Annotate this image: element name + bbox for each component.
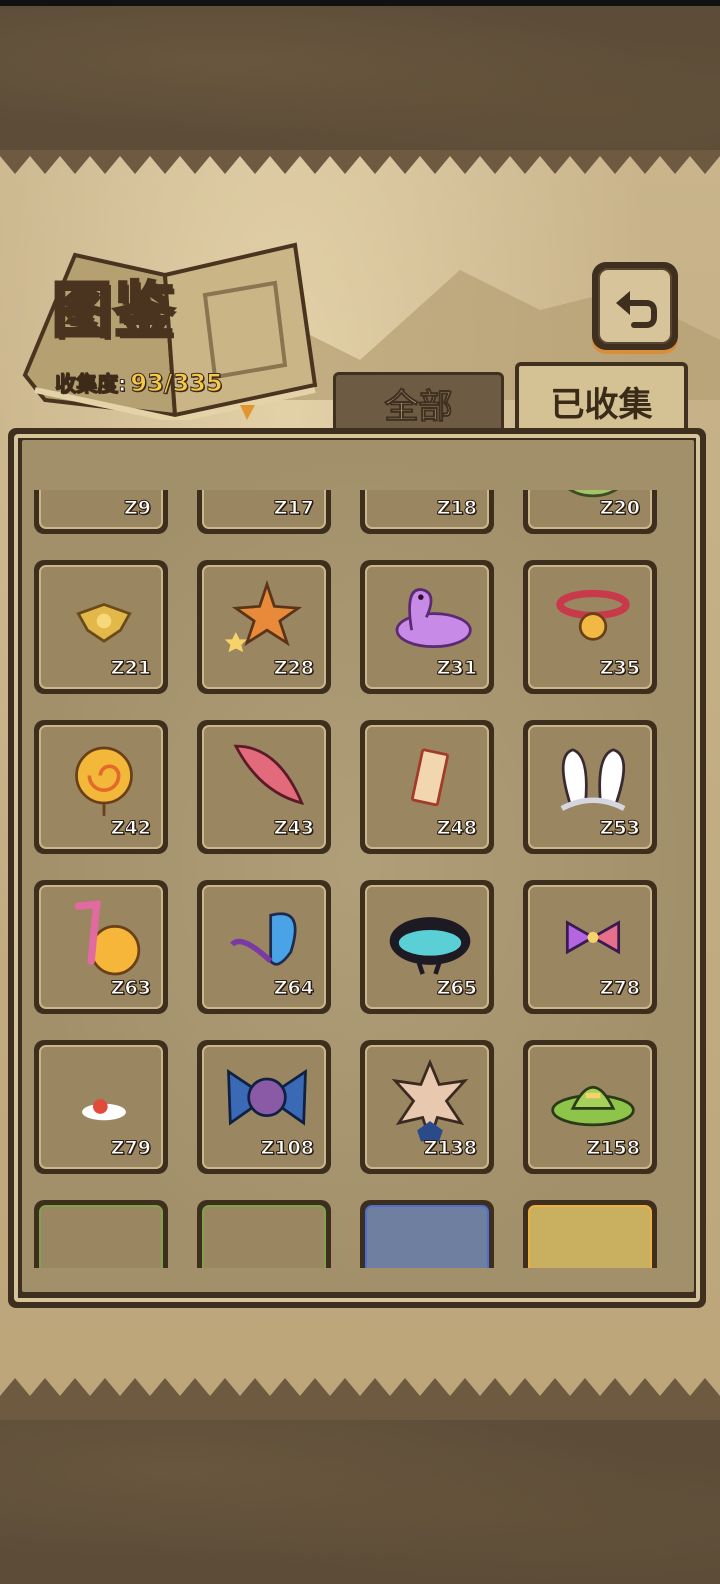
item-cell-face[interactable]: Z79 bbox=[39, 1045, 163, 1169]
item-code: Z53 bbox=[599, 817, 640, 840]
item-cell-z9[interactable]: Z9 bbox=[34, 490, 168, 534]
flower-ribbon-icon bbox=[391, 1058, 469, 1144]
item-code: Z9 bbox=[124, 497, 152, 520]
rainbow-bow-icon bbox=[565, 920, 621, 955]
zigzag-edge-bottom bbox=[0, 1378, 720, 1420]
item-cell-face[interactable]: Z17 bbox=[202, 490, 326, 529]
item-cell-z48[interactable]: Z48 bbox=[360, 720, 494, 854]
item-cell-face[interactable]: Z138 bbox=[365, 1045, 489, 1169]
item-cell-z17[interactable]: Z17 bbox=[197, 490, 331, 534]
item-code: Z35 bbox=[599, 657, 640, 680]
item-code: Z64 bbox=[273, 977, 314, 1000]
red-talisman-icon bbox=[411, 748, 449, 807]
item-cell-face[interactable]: Z42 bbox=[39, 725, 163, 849]
item-code: Z65 bbox=[436, 977, 477, 1000]
item-code: Z43 bbox=[273, 817, 314, 840]
item-cell-z53[interactable]: Z53 bbox=[523, 720, 657, 854]
item-cell-z108[interactable]: Z108 bbox=[197, 1040, 331, 1174]
teal-mushroom-hat-icon bbox=[389, 917, 471, 975]
sun-lollipop-icon bbox=[75, 746, 133, 816]
orange-straw-icon bbox=[74, 900, 141, 976]
item-cell-z78[interactable]: Z78 bbox=[523, 880, 657, 1014]
item-cell-face[interactable]: Z31 bbox=[365, 565, 489, 689]
bunny-ears-icon bbox=[560, 748, 626, 811]
item-code: Z17 bbox=[273, 497, 314, 520]
item-cell-face[interactable] bbox=[39, 1205, 163, 1268]
item-cell-z158[interactable]: Z158 bbox=[523, 1040, 657, 1174]
item-cell-face[interactable]: Z21 bbox=[39, 565, 163, 689]
item-code: Z78 bbox=[599, 977, 640, 1000]
item-cell-face[interactable] bbox=[528, 1205, 652, 1268]
item-cell-partial[interactable] bbox=[360, 1200, 494, 1268]
gold-badge-icon bbox=[76, 603, 132, 643]
item-cell-face[interactable]: Z108 bbox=[202, 1045, 326, 1169]
item-code: Z31 bbox=[436, 657, 477, 680]
item-cell-face[interactable]: Z20 bbox=[528, 490, 652, 529]
item-cell-face[interactable]: Z35 bbox=[528, 565, 652, 689]
item-cell-z63[interactable]: Z63 bbox=[34, 880, 168, 1014]
zigzag-edge-top bbox=[0, 150, 720, 174]
item-cell-z18[interactable]: Z18 bbox=[360, 490, 494, 534]
page-title: 图鉴 bbox=[51, 275, 176, 348]
item-cell-face[interactable]: Z158 bbox=[528, 1045, 652, 1169]
item-grid-scroll[interactable]: Z9 Z17 Z18 Z20 Z21 Z28 Z31 Z35 Z42 Z43 Z48 Z53 Z63 Z6… bbox=[22, 490, 694, 1268]
back-button-face[interactable] bbox=[598, 268, 672, 344]
item-cell-z42[interactable]: Z42 bbox=[34, 720, 168, 854]
item-code: Z42 bbox=[110, 817, 151, 840]
item-cell-z21[interactable]: Z21 bbox=[34, 560, 168, 694]
item-cell-z31[interactable]: Z31 bbox=[360, 560, 494, 694]
item-cell-face[interactable]: Z65 bbox=[365, 885, 489, 1009]
item-cell-z35[interactable]: Z35 bbox=[523, 560, 657, 694]
back-button[interactable] bbox=[592, 262, 678, 350]
item-code: Z108 bbox=[260, 1137, 314, 1160]
progress-value: 93/335 bbox=[130, 369, 223, 398]
item-code: Z158 bbox=[586, 1137, 640, 1160]
item-code: Z18 bbox=[436, 497, 477, 520]
item-code: Z138 bbox=[423, 1137, 477, 1160]
bottom-map-background bbox=[0, 1420, 720, 1584]
item-cell-z43[interactable]: Z43 bbox=[197, 720, 331, 854]
item-cell-z79[interactable]: Z79 bbox=[34, 1040, 168, 1174]
tab-all[interactable]: 全部 bbox=[333, 372, 504, 431]
item-cell-face[interactable]: Z78 bbox=[528, 885, 652, 1009]
fried-egg-icon bbox=[82, 1099, 126, 1121]
item-cell-face[interactable] bbox=[365, 1205, 489, 1268]
item-cell-z28[interactable]: Z28 bbox=[197, 560, 331, 694]
item-cell-z64[interactable]: Z64 bbox=[197, 880, 331, 1014]
item-cell-partial[interactable] bbox=[523, 1200, 657, 1268]
item-cell-face[interactable] bbox=[202, 1205, 326, 1268]
item-cell-face[interactable]: Z48 bbox=[365, 725, 489, 849]
item-cell-face[interactable]: Z9 bbox=[39, 490, 163, 529]
item-code: Z21 bbox=[110, 657, 151, 680]
item-cell-face[interactable]: Z53 bbox=[528, 725, 652, 849]
item-code: Z63 bbox=[110, 977, 151, 1000]
status-bar bbox=[0, 0, 720, 6]
item-cell-z20[interactable]: Z20 bbox=[523, 490, 657, 534]
item-cell-z65[interactable]: Z65 bbox=[360, 880, 494, 1014]
tab-collected[interactable]: 已收集 bbox=[515, 362, 688, 436]
stars-icon bbox=[224, 579, 303, 653]
item-code: Z20 bbox=[599, 497, 640, 520]
item-code: Z79 bbox=[110, 1137, 151, 1160]
item-cell-face[interactable]: Z28 bbox=[202, 565, 326, 689]
return-arrow-icon bbox=[616, 291, 657, 328]
top-map-background bbox=[0, 0, 720, 150]
item-cell-z138[interactable]: Z138 bbox=[360, 1040, 494, 1174]
item-code: Z48 bbox=[436, 817, 477, 840]
bell-collar-icon bbox=[556, 589, 630, 641]
pink-feather-icon bbox=[233, 744, 305, 806]
blue-bow-icon bbox=[227, 1069, 307, 1126]
butterfly-icon bbox=[230, 912, 297, 966]
item-cell-face[interactable]: Z18 bbox=[365, 490, 489, 529]
collection-progress: 收集度: 93/335 bbox=[54, 368, 223, 398]
item-cell-partial[interactable] bbox=[197, 1200, 331, 1268]
purple-swim-ring-icon bbox=[395, 588, 472, 649]
item-cell-partial[interactable] bbox=[34, 1200, 168, 1268]
progress-label: 收集度: bbox=[54, 372, 127, 397]
straw-hat-icon bbox=[551, 1086, 635, 1127]
item-cell-face[interactable]: Z43 bbox=[202, 725, 326, 849]
item-cell-face[interactable]: Z63 bbox=[39, 885, 163, 1009]
item-code: Z28 bbox=[273, 657, 314, 680]
item-cell-face[interactable]: Z64 bbox=[202, 885, 326, 1009]
